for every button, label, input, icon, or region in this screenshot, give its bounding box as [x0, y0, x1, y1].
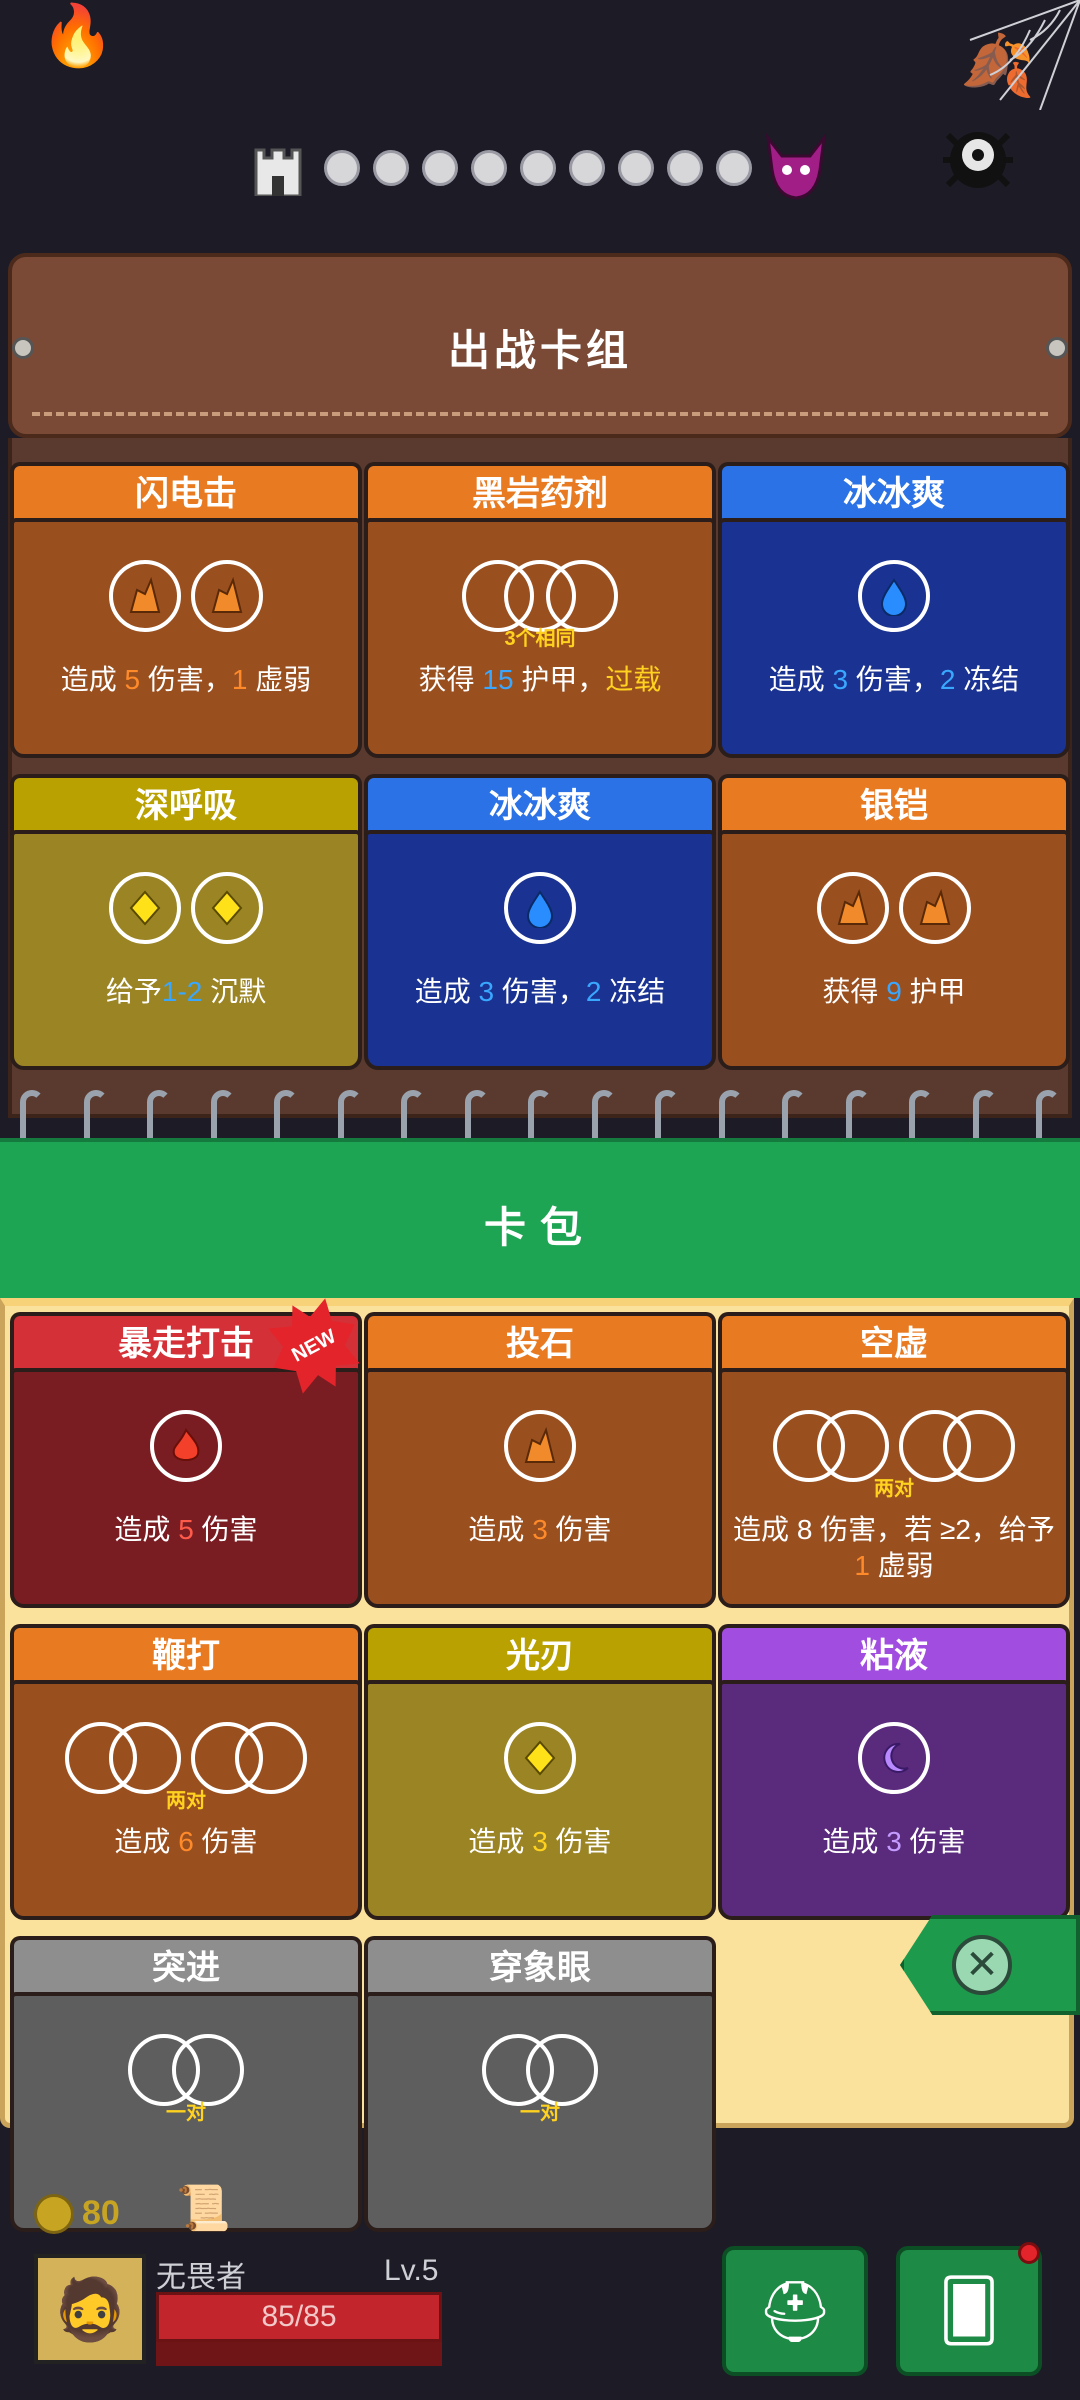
- card-description: 获得 9 护甲: [822, 976, 966, 1007]
- card[interactable]: 空虚两对造成 8 伤害，若 ≥2，给予 1 虚弱: [718, 1312, 1070, 1612]
- card-title: 深呼吸: [10, 774, 362, 836]
- card-icons: [722, 560, 1066, 632]
- close-button[interactable]: ✕: [952, 1935, 1012, 1995]
- card[interactable]: 闪电击造成 5 伤害，1 虚弱: [10, 462, 362, 762]
- diamond-icon: [191, 872, 263, 944]
- rock-icon: [109, 560, 181, 632]
- card-pack-title: 卡包: [483, 1204, 596, 1251]
- card-title: 黑岩药剂: [364, 462, 716, 524]
- spider-web-decoration: [960, 0, 1080, 111]
- scroll-icon[interactable]: 📜: [176, 2182, 231, 2234]
- diamond-icon: [504, 1722, 576, 1794]
- card-icons: [368, 872, 712, 944]
- card-description: 给予1-2 沉默: [105, 976, 267, 1007]
- card[interactable]: 穿象眼 一对: [364, 1936, 716, 2236]
- card-icons: [722, 1722, 1066, 1794]
- card-icons: [14, 560, 358, 632]
- card-description: 造成 5 伤害: [114, 1514, 258, 1545]
- equipment-button[interactable]: ⛑: [722, 2246, 868, 2376]
- hp-bar: 85/85: [156, 2292, 442, 2342]
- cards-icon: 🂠: [938, 2277, 1000, 2344]
- rock-icon: [191, 560, 263, 632]
- hp-bar-underlay: [156, 2342, 442, 2366]
- hero-level: Lv.5: [384, 2254, 439, 2287]
- card[interactable]: 深呼吸给予1-2 沉默: [10, 774, 362, 1074]
- card-title: 空虚: [718, 1312, 1070, 1374]
- card[interactable]: 银铠获得 9 护甲: [718, 774, 1070, 1074]
- coin-icon: [34, 2194, 74, 2234]
- card-title: 穿象眼: [364, 1936, 716, 1998]
- moon-icon: [858, 1722, 930, 1794]
- card[interactable]: 粘液造成 3 伤害: [718, 1624, 1070, 1924]
- card-title: 鞭打: [10, 1624, 362, 1686]
- card-pack-header: 卡包: [0, 1138, 1080, 1298]
- hero-name: 无畏者: [156, 2261, 246, 2294]
- card-icons: [368, 1722, 712, 1794]
- card-condition: 两对: [166, 1790, 206, 1812]
- card[interactable]: 冰冰爽造成 3 伤害，2 冻结: [718, 462, 1070, 762]
- card-condition: 一对: [166, 2102, 206, 2124]
- progress-dot: [471, 150, 507, 186]
- castle-icon: [250, 136, 306, 198]
- deck-header: 出战卡组: [8, 253, 1072, 438]
- coin-count: 80: [82, 2194, 120, 2232]
- fire-icon: [150, 1410, 222, 1482]
- progress-dot: [667, 150, 703, 186]
- diamond-icon: [109, 872, 181, 944]
- progress-dot: [324, 150, 360, 186]
- card[interactable]: 黑岩药剂 3个相同获得 15 护甲，过载: [364, 462, 716, 762]
- progress-dot: [373, 150, 409, 186]
- progress-dot: [569, 150, 605, 186]
- card-description: 造成 3 伤害: [468, 1826, 612, 1857]
- boss-demon-icon: [760, 130, 832, 202]
- card-description: 造成 3 伤害，2 冻结: [768, 664, 1020, 695]
- progress-dot: [618, 150, 654, 186]
- card-title: 冰冰爽: [364, 774, 716, 836]
- card[interactable]: 鞭打两对造成 6 伤害: [10, 1624, 362, 1924]
- progress-dot: [716, 150, 752, 186]
- card[interactable]: 冰冰爽造成 3 伤害，2 冻结: [364, 774, 716, 1074]
- card-title: 投石: [364, 1312, 716, 1374]
- card-description: 造成 5 伤害，1 虚弱: [60, 664, 312, 695]
- card-description: 造成 8 伤害，若 ≥2，给予 1 虚弱: [733, 1514, 1055, 1581]
- card-condition: 3个相同: [504, 628, 576, 650]
- drop-icon: [504, 872, 576, 944]
- progress-dot: [422, 150, 458, 186]
- card-icons: [14, 1410, 358, 1482]
- card-description: 获得 15 护甲，过载: [418, 664, 662, 695]
- level-progress-track: [250, 130, 850, 210]
- card-title: 冰冰爽: [718, 462, 1070, 524]
- rock-icon: [899, 872, 971, 944]
- card-condition: 一对: [520, 2102, 560, 2124]
- rock-icon: [817, 872, 889, 944]
- card[interactable]: 投石造成 3 伤害: [364, 1312, 716, 1612]
- rock-icon: [504, 1410, 576, 1482]
- card-description: 造成 3 伤害: [468, 1514, 612, 1545]
- card-condition: 两对: [874, 1478, 914, 1500]
- card-description: 造成 3 伤害，2 冻结: [414, 976, 666, 1007]
- notification-dot: [1018, 2242, 1040, 2264]
- helmet-icon: ⛑: [756, 2277, 834, 2345]
- deck-title: 出战卡组: [447, 327, 632, 374]
- deck-button[interactable]: 🂠: [896, 2246, 1042, 2376]
- progress-dot: [520, 150, 556, 186]
- background-decoration: 🔥: [40, 2, 115, 69]
- card-title: 突进: [10, 1936, 362, 1998]
- card-title: 银铠: [718, 774, 1070, 836]
- card-icons: [722, 872, 1066, 944]
- card-title: 闪电击: [10, 462, 362, 524]
- hero-avatar[interactable]: 🧔: [34, 2254, 146, 2364]
- settings-spider-icon[interactable]: [928, 105, 1028, 205]
- card-description: 造成 3 伤害: [822, 1826, 966, 1857]
- card-icons: [368, 1410, 712, 1482]
- drop-icon: [858, 560, 930, 632]
- card-title: 粘液: [718, 1624, 1070, 1686]
- card-description: 造成 6 伤害: [114, 1826, 258, 1857]
- card-title: 光刃: [364, 1624, 716, 1686]
- card-icons: [14, 872, 358, 944]
- card[interactable]: 光刃造成 3 伤害: [364, 1624, 716, 1924]
